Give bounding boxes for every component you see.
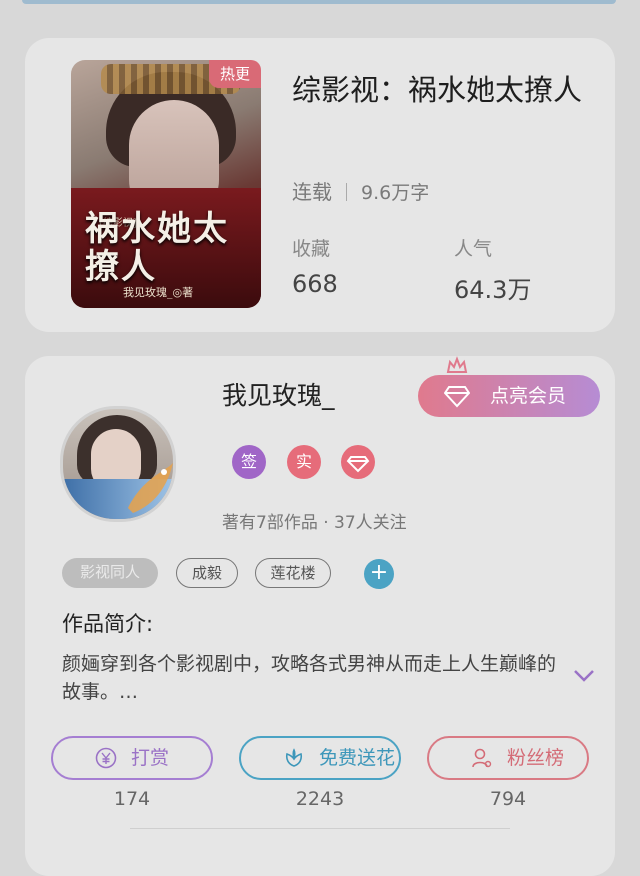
cover-title: 祸水她太撩人 <box>85 209 229 287</box>
word-count: 9.6万字 <box>361 182 430 204</box>
send-flower-label: 免费送花 <box>319 747 396 769</box>
user-icon <box>472 748 492 768</box>
popularity-value: 64.3万 <box>454 276 532 304</box>
top-divider <box>22 0 616 4</box>
crown-icon <box>446 356 468 373</box>
popularity-label: 人气 <box>454 238 493 260</box>
reward-button[interactable]: 打赏 <box>51 736 213 780</box>
reward-label: 打赏 <box>131 747 170 769</box>
verified-badge[interactable]: 实 <box>287 445 321 479</box>
send-flower-button[interactable]: 免费送花 <box>239 736 401 780</box>
tag-film-fanfic[interactable]: 影视同人 <box>62 558 158 588</box>
cover-author: 我见玫瑰_◎著 <box>123 286 194 299</box>
book-status: 连载 <box>292 180 332 204</box>
flower-count: 2243 <box>295 788 345 810</box>
fan-ranking-label: 粉丝榜 <box>507 747 565 769</box>
fans-count: 794 <box>489 788 527 810</box>
vip-button[interactable]: 点亮会员 <box>418 375 600 417</box>
favorites-label: 收藏 <box>292 238 331 260</box>
meta-divider <box>346 183 347 201</box>
hot-update-badge: 热更 <box>209 60 261 88</box>
diamond-icon <box>444 386 470 408</box>
vip-button-label: 点亮会员 <box>490 385 567 407</box>
chevron-down-icon[interactable] <box>572 668 596 684</box>
yen-icon <box>95 747 117 769</box>
add-tag-button[interactable]: + <box>364 559 394 589</box>
book-cover[interactable]: [综影视] 祸水她太撩人 我见玫瑰_◎著 <box>71 60 261 308</box>
reward-count: 174 <box>113 788 151 810</box>
tag-lianhualou[interactable]: 莲花楼 <box>255 558 331 588</box>
book-meta: 连载 9.6万字 <box>292 176 429 205</box>
book-title: 综影视：祸水她太撩人 <box>292 73 583 107</box>
favorites-value: 668 <box>292 270 338 298</box>
bottom-divider <box>130 828 510 829</box>
tag-cheng-yi[interactable]: 成毅 <box>176 558 238 588</box>
fan-ranking-button[interactable]: 粉丝榜 <box>427 736 589 780</box>
author-summary: 著有7部作品 · 37人关注 <box>222 513 407 533</box>
signed-badge[interactable]: 签 <box>232 445 266 479</box>
koi-frame-icon <box>128 463 173 513</box>
gem-badge-icon[interactable] <box>341 445 375 479</box>
diamond-icon <box>346 456 370 473</box>
author-name[interactable]: 我见玫瑰_ <box>222 376 335 412</box>
flower-icon <box>285 748 303 767</box>
intro-text: 颜婳穿到各个影视剧中，攻略各式男神从而走上人生巅峰的故事。… <box>62 653 557 703</box>
intro-title: 作品简介: <box>62 612 154 636</box>
